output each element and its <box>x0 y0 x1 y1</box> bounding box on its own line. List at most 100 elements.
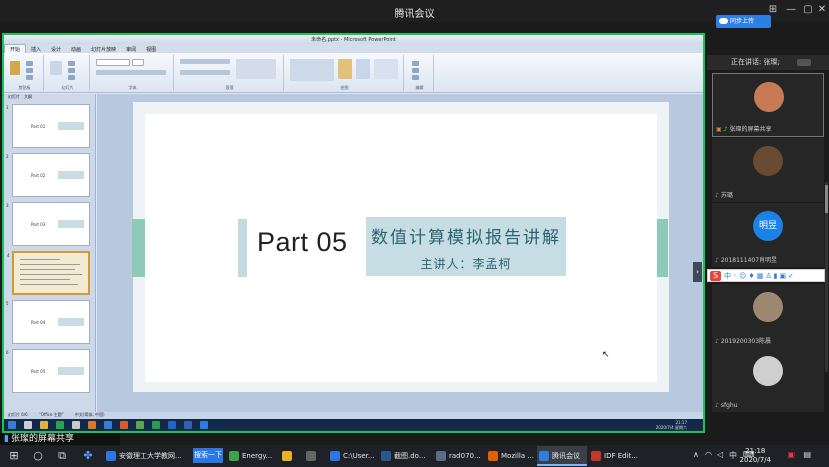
select-icon[interactable] <box>412 75 419 80</box>
slide-count: 幻灯片 6/6 <box>8 412 28 417</box>
taskbar-app[interactable]: C:\User... <box>328 446 376 466</box>
slide-thumbnail[interactable]: 1 Part 01 <box>6 104 90 148</box>
windows-start-icon[interactable]: ⊞ <box>6 448 22 464</box>
slide-number: 3 <box>6 203 9 208</box>
slide-number: 2 <box>6 154 9 159</box>
app-icon <box>200 421 208 429</box>
theme-name: "Office 主题" <box>39 412 64 417</box>
taskbar-app[interactable]: rad070... <box>434 446 484 466</box>
minimize-button[interactable]: — <box>784 3 798 17</box>
shape-fill-icon[interactable] <box>374 59 398 79</box>
taskbar-app[interactable] <box>280 446 300 466</box>
taskbar-app[interactable] <box>304 446 324 466</box>
slide-thumbnail[interactable]: 5 Part 04 <box>6 300 90 344</box>
mic-off-icon: ♪ <box>715 257 719 264</box>
notification-badge-icon[interactable]: ▣ <box>787 450 795 459</box>
shared-screen: 未命名.pptx - Microsoft PowerPoint 开始 插入 设计 动画… <box>2 33 705 433</box>
taskbar-app-active[interactable]: 腾讯会议 <box>537 446 587 466</box>
windows-taskbar: ⊞ ○ ⧉ ✤ 安徽理工大学教网... 搜索一下 Energy... C:\Us… <box>0 445 829 467</box>
system-tray: ∧ ◠ ◁ 中 ⌨ 21:18 2020/7/4 ▣ ▤ <box>689 445 829 467</box>
scrollbar-thumb[interactable] <box>825 185 828 213</box>
screen-share-icon: ▣ <box>716 126 722 133</box>
font-format-buttons[interactable] <box>96 70 166 75</box>
taskbar-app[interactable]: Mozilla ... <box>486 446 534 466</box>
thumbnail-text-line <box>20 279 70 280</box>
wifi-icon[interactable]: ◠ <box>705 450 712 459</box>
delete-slide-icon[interactable] <box>68 75 75 80</box>
thumbnail-title-box <box>58 220 84 228</box>
search-icon[interactable]: ○ <box>30 448 46 464</box>
participant-tile[interactable]: ▣ ♪ 张璨的屏幕共享 <box>712 73 824 137</box>
new-slide-icon[interactable] <box>50 61 62 75</box>
avatar <box>753 146 783 176</box>
copy-icon[interactable] <box>26 68 33 73</box>
list-buttons[interactable] <box>180 59 230 64</box>
part-number-title[interactable]: Part 05 <box>257 227 348 258</box>
taskbar-app[interactable]: IDF Edit... <box>589 446 639 466</box>
align-buttons[interactable] <box>180 70 230 75</box>
arrange-icon[interactable] <box>338 59 352 79</box>
action-center-icon[interactable]: ▤ <box>803 450 811 459</box>
current-slide[interactable]: Part 05 数值计算模拟报告讲解 主讲人：李孟柯 ↖ <box>132 102 669 392</box>
slide-thumbnail-selected[interactable]: 4 <box>7 251 90 295</box>
search-button[interactable]: 搜索一下 <box>193 448 223 463</box>
volume-icon[interactable]: ◁ <box>717 450 723 459</box>
quick-styles-icon[interactable] <box>356 59 370 79</box>
close-button[interactable]: ✕ <box>815 3 829 17</box>
slide-thumbnail[interactable]: 6 Part 05 <box>6 349 90 393</box>
cut-icon[interactable] <box>26 61 33 66</box>
slide-thumbnail[interactable]: 3 Part 03 <box>6 202 90 246</box>
participant-tile[interactable]: ♪ 2019200303陈晨 <box>712 284 824 348</box>
thumbnail-title: Part 03 <box>31 222 46 227</box>
clock-date: 2020/7/4 <box>739 456 771 464</box>
find-icon[interactable] <box>412 61 419 66</box>
layout-icon[interactable] <box>68 61 75 66</box>
ime-indicator[interactable]: 中 <box>729 450 737 461</box>
expand-arrow-icon[interactable]: › <box>693 262 702 282</box>
ime-toolbar[interactable]: S 中◦☺♦▦♙▮▣✓ <box>707 269 825 282</box>
taskbar-app[interactable]: 安徽理工大学教网... <box>104 446 192 466</box>
ppt-ribbon-tabs: 开始 插入 设计 动画 幻灯片放映 审阅 视图 <box>4 44 703 54</box>
thumbnail-title: Part 04 <box>31 320 46 325</box>
app-icon[interactable]: ✤ <box>80 448 96 464</box>
topic-title: 数值计算模拟报告讲解 <box>371 228 561 248</box>
participant-tile[interactable]: ♪ 苏璐 <box>712 138 824 202</box>
sync-upload-label: 同步上传 <box>730 18 755 25</box>
taskbar-app[interactable]: Energy... <box>227 446 277 466</box>
slide-number: 1 <box>6 105 9 110</box>
maximize-button[interactable]: ▢ <box>801 3 815 17</box>
slide-thumbnail[interactable]: 2 Part 02 <box>6 153 90 197</box>
mouse-cursor-icon: ↖ <box>602 350 610 360</box>
reset-icon[interactable] <box>68 68 75 73</box>
app-icon <box>184 421 192 429</box>
shapes-gallery[interactable] <box>290 59 334 81</box>
font-name-select[interactable] <box>96 59 130 66</box>
ribbon-group-clipboard: 剪贴板 <box>6 55 44 91</box>
paste-icon[interactable] <box>10 61 20 75</box>
ribbon-group-label: 编辑 <box>415 85 424 90</box>
tray-expand-icon[interactable]: ∧ <box>693 450 699 459</box>
sync-upload-button[interactable]: 同步上传 <box>716 15 771 28</box>
task-view-icon[interactable]: ⧉ <box>54 448 70 464</box>
participant-tile[interactable]: 明昱 ♪ 2018111407肖明昱 <box>712 203 824 267</box>
sogou-ime-icon[interactable]: S <box>710 271 721 281</box>
slide-number: 5 <box>6 301 9 306</box>
taskbar-clock[interactable]: 21:18 2020/7/4 <box>740 447 771 465</box>
participant-tile[interactable]: ♪ sfghu <box>712 348 824 412</box>
slide-canvas: Part 05 数值计算模拟报告讲解 主讲人：李孟柯 ↖ <box>132 114 668 382</box>
replace-icon[interactable] <box>412 68 419 73</box>
slide-thumbnail-panel: 幻灯片大纲 1 Part 01 2 Part 02 3 Part 03 4 5 <box>4 94 96 412</box>
ime-tool-icons[interactable]: 中◦☺♦▦♙▮▣✓ <box>724 271 796 281</box>
folder-icon <box>282 451 292 461</box>
taskbar-app[interactable]: 截图.do... <box>379 446 431 466</box>
tab-slides[interactable]: 幻灯片 <box>8 94 20 99</box>
ppt-status-bar: 幻灯片 6/6 "Office 主题" 中文(简体, 中国) <box>4 412 703 419</box>
font-size-select[interactable] <box>132 59 144 66</box>
share-owner: 张璨的屏幕共享 <box>10 434 74 444</box>
speaking-text: 正在讲话: 张璨; <box>731 58 780 66</box>
tab-outline[interactable]: 大纲 <box>24 94 32 99</box>
format-painter-icon[interactable] <box>26 75 33 80</box>
ribbon-group-label: 剪贴板 <box>18 85 31 90</box>
title-box[interactable]: 数值计算模拟报告讲解 主讲人：李孟柯 <box>366 217 566 276</box>
text-direction-buttons[interactable] <box>236 59 276 79</box>
